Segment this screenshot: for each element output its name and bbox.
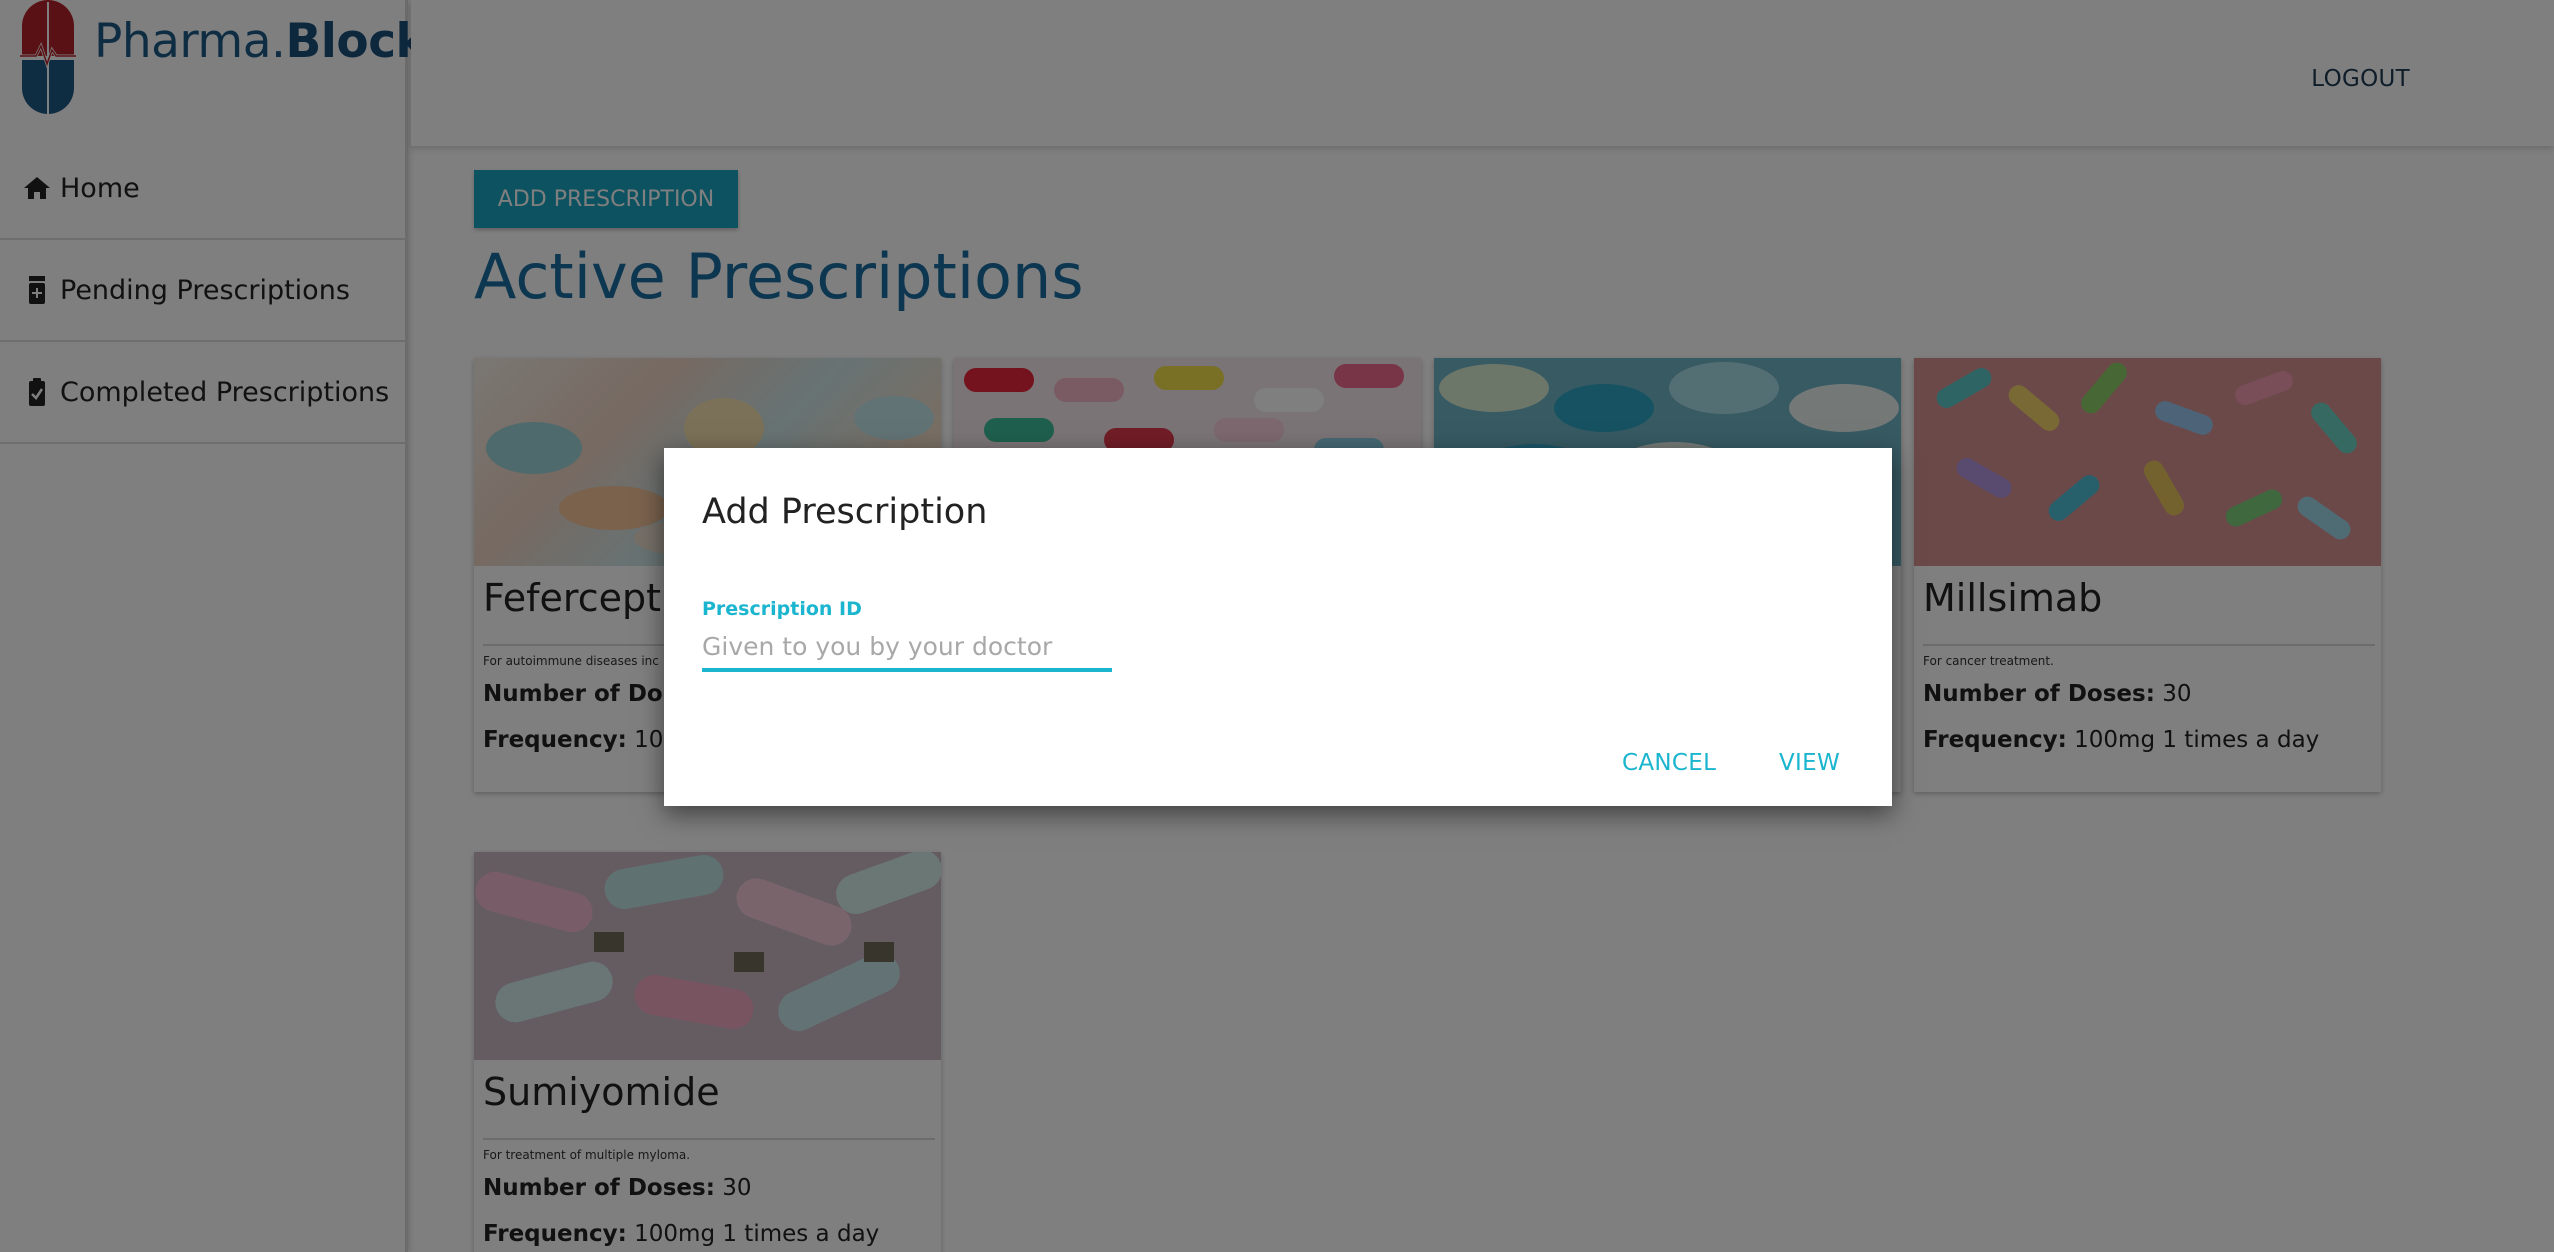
view-button[interactable]: VIEW — [1779, 750, 1840, 776]
dialog-title: Add Prescription — [702, 492, 988, 532]
add-prescription-dialog: Add Prescription Prescription ID CANCEL … — [664, 448, 1892, 806]
prescription-id-input[interactable] — [702, 624, 1112, 672]
cancel-button[interactable]: CANCEL — [1622, 750, 1716, 776]
prescription-id-label: Prescription ID — [702, 598, 862, 620]
